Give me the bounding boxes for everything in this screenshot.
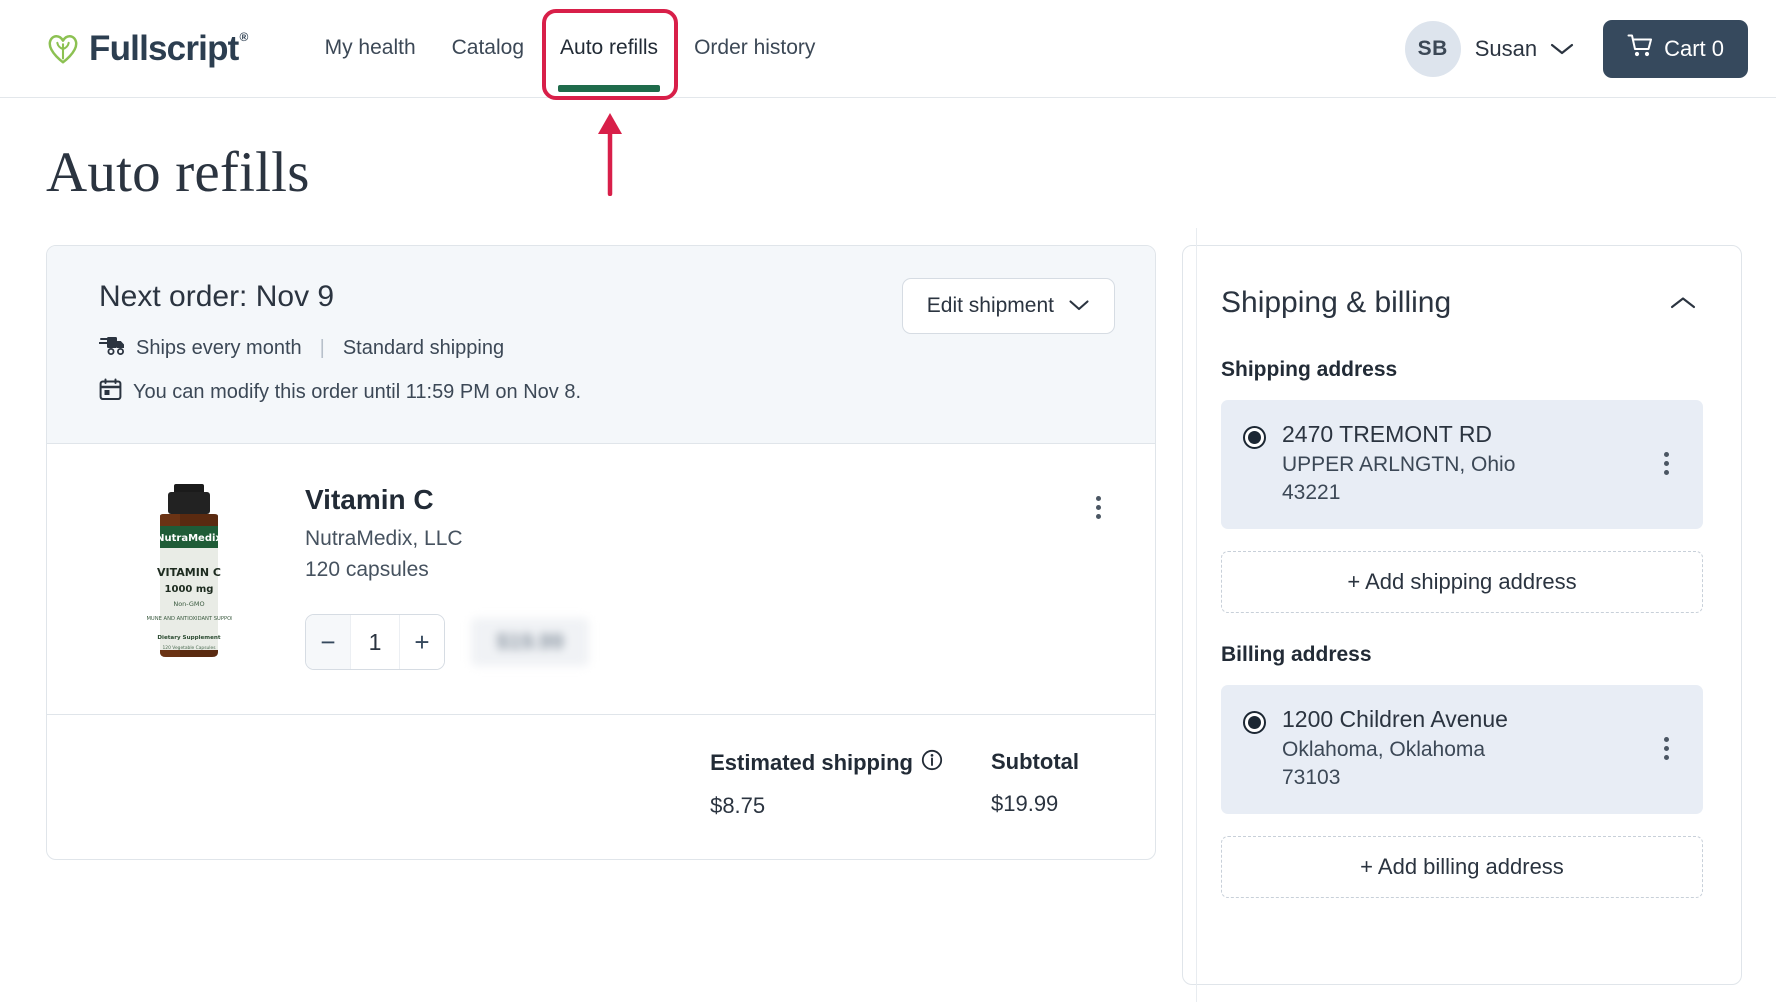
chevron-down-icon [1068, 294, 1090, 318]
nav-item-my-health[interactable]: My health [307, 6, 434, 92]
billing-address-line3: 73103 [1282, 764, 1635, 792]
edit-shipment-button[interactable]: Edit shipment [902, 278, 1115, 334]
product-name[interactable]: Vitamin C [305, 484, 1115, 516]
svg-text:VITAMIN C: VITAMIN C [157, 566, 221, 579]
estimated-shipping-value: $8.75 [710, 793, 943, 819]
ships-frequency-label: Ships every month [136, 337, 302, 360]
info-icon[interactable] [921, 749, 943, 777]
billing-address-lines: 1200 Children Avenue Oklahoma, Oklahoma … [1282, 705, 1635, 792]
shipping-address-label: Shipping address [1221, 358, 1703, 382]
quantity-value[interactable]: 1 [351, 615, 399, 669]
main-nav: My health Catalog Auto refills Order his… [307, 6, 834, 92]
shipping-address-radio[interactable] [1243, 426, 1266, 449]
shipping-address-card[interactable]: 2470 TREMONT RD UPPER ARLNGTN, Ohio 4322… [1221, 400, 1703, 529]
estimated-shipping-label: Estimated shipping [710, 749, 943, 777]
product-price-redacted: $19.99 [471, 618, 589, 666]
decrement-quantity-button[interactable]: − [306, 615, 351, 669]
edit-shipment-label: Edit shipment [927, 294, 1054, 318]
avatar[interactable]: SB [1405, 21, 1461, 77]
cart-button[interactable]: Cart 0 [1603, 20, 1748, 78]
estimated-shipping-block: Estimated shipping $8.75 [710, 749, 943, 819]
svg-text:1000 mg: 1000 mg [165, 584, 214, 595]
chevron-down-icon[interactable] [1549, 41, 1575, 57]
section-spacer [1221, 613, 1703, 643]
billing-address-radio[interactable] [1243, 711, 1266, 734]
billing-address-label: Billing address [1221, 643, 1703, 667]
add-shipping-address-button[interactable]: + Add shipping address [1221, 551, 1703, 613]
product-brand: NutraMedix, LLC [305, 527, 1115, 551]
shipping-frequency-row: Ships every month | Standard shipping [99, 334, 1115, 362]
nav-item-catalog[interactable]: Catalog [434, 6, 542, 92]
svg-text:Dietary Supplement: Dietary Supplement [157, 635, 220, 641]
nav-item-auto-refills[interactable]: Auto refills [542, 6, 676, 92]
cart-label: Cart 0 [1664, 36, 1724, 62]
product-menu-button[interactable] [1081, 488, 1115, 526]
nav-item-order-history[interactable]: Order history [676, 6, 833, 92]
estimated-shipping-text: Estimated shipping [710, 750, 913, 776]
calendar-icon [99, 378, 122, 407]
add-billing-address-button[interactable]: + Add billing address [1221, 836, 1703, 898]
svg-text:Non-GMO: Non-GMO [173, 600, 204, 608]
orders-column: Next order: Nov 9 Ships every month | [46, 245, 1156, 985]
product-image: NutraMedix VITAMIN C 1000 mg Non-GMO IMM… [99, 484, 279, 670]
shipping-billing-header: Shipping & billing [1221, 286, 1703, 320]
shopping-cart-icon [1627, 33, 1654, 64]
main-content: Next order: Nov 9 Ships every month | [0, 245, 1776, 985]
quantity-and-price: − 1 + $19.99 [305, 614, 1115, 670]
shipping-address-menu-button[interactable] [1651, 452, 1681, 475]
shipping-address-line1: 2470 TREMONT RD [1282, 420, 1635, 449]
product-row: NutraMedix VITAMIN C 1000 mg Non-GMO IMM… [47, 444, 1155, 715]
billing-address-card[interactable]: 1200 Children Avenue Oklahoma, Oklahoma … [1221, 685, 1703, 814]
subtotal-value-redacted: $19.99 [991, 791, 1058, 816]
modify-deadline-label: You can modify this order until 11:59 PM… [133, 381, 581, 404]
leaf-heart-icon [46, 32, 80, 66]
product-details: Vitamin C NutraMedix, LLC 120 capsules −… [279, 484, 1115, 670]
header-right-group: SB Susan Cart 0 [1405, 20, 1748, 78]
subtotal-block: Subtotal $19.99 [991, 749, 1111, 819]
shipping-billing-column: Shipping & billing Shipping address 2470… [1182, 245, 1742, 985]
chevron-up-icon[interactable] [1663, 289, 1703, 318]
user-name-label[interactable]: Susan [1475, 36, 1537, 62]
auto-refill-order-card: Next order: Nov 9 Ships every month | [46, 245, 1156, 860]
shipping-address-lines: 2470 TREMONT RD UPPER ARLNGTN, Ohio 4322… [1282, 420, 1635, 507]
shipping-address-line2: UPPER ARLNGTN, Ohio [1282, 451, 1635, 479]
fullscript-logo[interactable]: Fullscript® [46, 29, 247, 69]
svg-text:IMMUNE AND ANTIOXIDANT SUPPORT: IMMUNE AND ANTIOXIDANT SUPPORT [146, 616, 232, 622]
order-totals: Estimated shipping $8.75 Subtotal [47, 715, 1155, 859]
logo-wordmark: Fullscript® [89, 29, 247, 69]
billing-address-menu-button[interactable] [1651, 737, 1681, 760]
top-header: Fullscript® My health Catalog Auto refil… [0, 0, 1776, 98]
meta-separator: | [320, 337, 325, 360]
billing-address-line2: Oklahoma, Oklahoma [1282, 736, 1635, 764]
page-title: Auto refills [46, 140, 1776, 205]
quantity-stepper[interactable]: − 1 + [305, 614, 445, 670]
column-divider [1196, 228, 1197, 1002]
order-card-header: Next order: Nov 9 Ships every month | [47, 246, 1155, 444]
shipping-method-label: Standard shipping [343, 337, 504, 360]
svg-text:NutraMedix: NutraMedix [156, 533, 222, 544]
shipping-billing-title: Shipping & billing [1221, 286, 1451, 320]
product-size: 120 capsules [305, 558, 1115, 582]
shipping-billing-card: Shipping & billing Shipping address 2470… [1182, 245, 1742, 985]
increment-quantity-button[interactable]: + [399, 615, 444, 669]
registered-mark: ® [240, 30, 248, 44]
shipping-truck-icon [99, 334, 126, 362]
svg-text:120 Vegetable Capsules: 120 Vegetable Capsules [163, 645, 217, 651]
billing-address-line1: 1200 Children Avenue [1282, 705, 1635, 734]
subtotal-label: Subtotal [991, 749, 1111, 775]
shipping-address-line3: 43221 [1282, 479, 1635, 507]
modify-deadline-row: You can modify this order until 11:59 PM… [99, 378, 1115, 407]
